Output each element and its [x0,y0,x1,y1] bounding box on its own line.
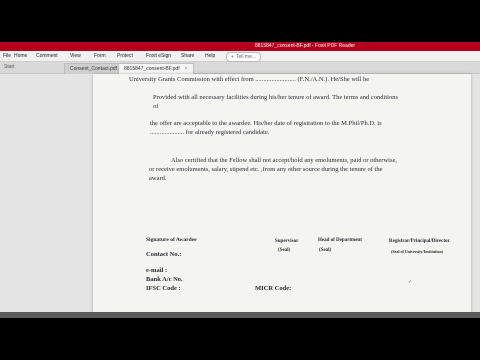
menu-view[interactable]: View [70,51,81,61]
signature-awardee-label: Signature of Awardee [146,237,197,243]
status-strip [0,312,480,318]
head-of-department-label: Head of Department [318,238,362,243]
tell-me-search[interactable]: ● Tell me... [226,52,262,62]
menu-protect[interactable]: Protect [117,51,133,61]
tab-label: 8815847_consent-BF.pdf [124,66,180,72]
tab-consent-bf[interactable]: 8815847_consent-BF.pdf × [118,63,194,74]
hod-seal: (Seal) [319,248,332,253]
menu-comment[interactable]: Comment [36,51,58,61]
lightbulb-icon: ● [231,54,235,60]
ifsc-label: IFSC Code : [146,285,181,292]
tab-consent-contact[interactable]: Consent_Contact.pdf [64,63,123,74]
menu-home[interactable]: Home [14,51,27,61]
document-tab-bar: Start Consent_Contact.pdf 8815847_consen… [0,62,480,74]
check-mark: ✓ [408,280,413,285]
doc-line-6: Also certified that the Fellow shall not… [171,157,397,164]
registrar-label: Registrar/Principal/Director [389,239,450,244]
menu-bar: File Home Comment View Form Protect Foxi… [0,51,480,62]
email-label: e-mail : [146,267,168,274]
menu-foxit-esign[interactable]: Foxit eSign [146,51,171,61]
micr-label: MICR Code: [255,285,292,292]
pdf-page: University Grants Commission with effect… [93,74,471,318]
close-icon[interactable]: × [185,66,188,72]
tab-label: Consent_Contact.pdf [70,66,117,72]
university-seal: (Seal of University/Institution) [391,249,443,254]
contact-label: Contact No.: [146,251,182,258]
doc-line-8: award. [149,175,167,182]
doc-line-5: ..................... for already regist… [150,129,270,136]
title-bar: 8815847_consent-BF.pdf - Foxit PDF Reade… [0,42,480,51]
doc-line-1: University Grants Commission with effect… [129,76,370,83]
bank-account-label: Bank A/c No. [146,276,183,283]
doc-line-2: Provided with all necessary facilities d… [153,94,399,101]
app-screen: 8815847_consent-BF.pdf - Foxit PDF Reade… [0,42,480,318]
menu-form[interactable]: Form [94,51,106,61]
doc-line-3: of [153,103,159,110]
menu-help[interactable]: Help [205,51,215,61]
menu-file[interactable]: File [3,51,11,61]
doc-line-4: the offer are acceptable to the awardee.… [150,120,382,127]
supervisor-seal: (Seal) [278,248,291,253]
tell-me-placeholder: Tell me... [236,54,257,60]
window-title: 8815847_consent-BF.pdf - Foxit PDF Reade… [255,43,356,49]
doc-line-7: or receive emoluments, salary, stipend e… [149,166,383,173]
menu-share[interactable]: Share [181,51,194,61]
supervisor-label: Supervisor [275,239,299,244]
start-label[interactable]: Start [4,62,15,73]
